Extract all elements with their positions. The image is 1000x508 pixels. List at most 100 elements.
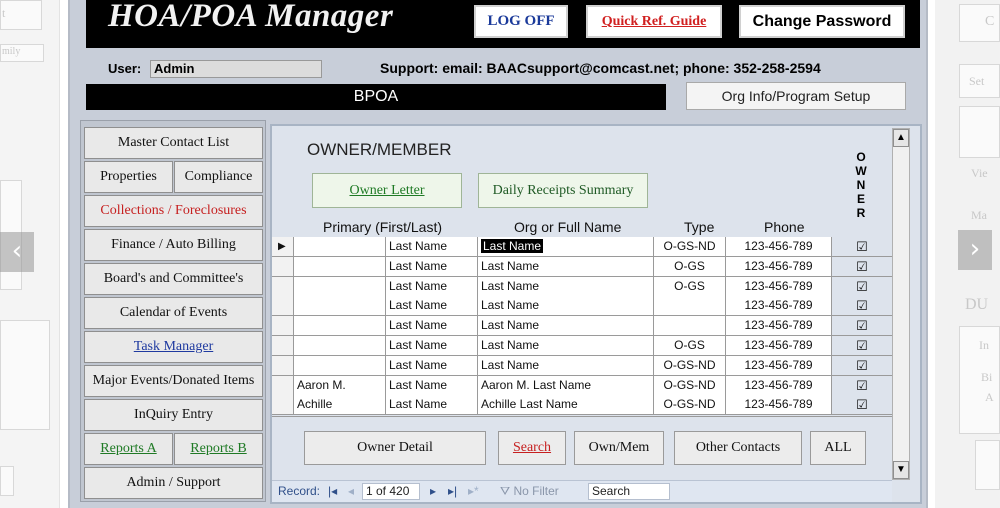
previous-record-icon[interactable]: ◂ — [348, 484, 354, 498]
master-contact-list-button[interactable]: Master Contact List — [84, 127, 263, 159]
last-name-cell[interactable]: Last Name — [386, 296, 478, 317]
type-cell[interactable]: O-GS — [654, 336, 726, 356]
row-selector[interactable] — [272, 256, 294, 277]
row-selector[interactable] — [272, 316, 294, 337]
row-selector[interactable] — [272, 395, 294, 416]
type-cell[interactable]: O-GS-ND — [654, 355, 726, 376]
collections-button[interactable]: Collections / Foreclosures — [84, 195, 263, 227]
all-button[interactable]: ALL — [810, 431, 866, 465]
first-name-cell[interactable]: Achille — [294, 395, 386, 416]
no-filter-indicator[interactable]: ⛛ No Filter — [500, 484, 559, 499]
owner-checkbox[interactable]: ☑ — [832, 336, 892, 356]
next-record-icon[interactable]: ▸ — [430, 484, 436, 498]
owner-checkbox[interactable]: ☑ — [832, 395, 892, 416]
owner-checkbox[interactable]: ☑ — [832, 375, 892, 396]
new-record-icon[interactable]: ▸* — [468, 484, 479, 498]
type-cell[interactable] — [654, 316, 726, 337]
org-name-cell[interactable]: Last Name — [478, 336, 654, 356]
row-selector[interactable] — [272, 355, 294, 376]
phone-cell[interactable]: 123-456-789 — [726, 316, 832, 337]
vertical-scrollbar[interactable]: ▲ ▼ — [892, 128, 910, 480]
type-cell[interactable]: O-GS-ND — [654, 375, 726, 396]
row-selector[interactable] — [272, 296, 294, 317]
properties-button[interactable]: Properties — [84, 161, 173, 193]
owner-checkbox[interactable]: ☑ — [832, 256, 892, 277]
org-name-cell[interactable]: Last Name — [478, 296, 654, 317]
other-contacts-button[interactable]: Other Contacts — [674, 431, 802, 465]
own-mem-button[interactable]: Own/Mem — [574, 431, 664, 465]
org-name-cell[interactable]: Last Name — [478, 256, 654, 277]
table-row[interactable]: Last Name Last Name O-GS 123-456-789 ☑ — [272, 336, 892, 356]
first-name-cell[interactable] — [294, 296, 386, 317]
first-name-cell[interactable] — [294, 237, 386, 257]
org-name-cell[interactable]: Achille Last Name — [478, 395, 654, 416]
compliance-button[interactable]: Compliance — [174, 161, 263, 193]
first-name-cell[interactable] — [294, 256, 386, 277]
scroll-up-icon[interactable]: ▲ — [893, 129, 909, 147]
table-row[interactable]: Achille Last Name Achille Last Name O-GS-ND… — [272, 395, 892, 416]
table-row[interactable]: Last Name Last Name O-GS 123-456-789 ☑ — [272, 256, 892, 277]
user-field[interactable]: Admin — [150, 60, 322, 78]
inquiry-entry-button[interactable]: InQuiry Entry — [84, 399, 263, 431]
daily-receipts-button[interactable]: Daily Receipts Summary — [478, 173, 648, 208]
type-cell[interactable]: O-GS — [654, 256, 726, 277]
org-name-cell[interactable]: Aaron M. Last Name — [478, 375, 654, 396]
quick-ref-guide-button[interactable]: Quick Ref. Guide — [586, 5, 722, 38]
calendar-button[interactable]: Calendar of Events — [84, 297, 263, 329]
phone-cell[interactable]: 123-456-789 — [726, 256, 832, 277]
first-name-cell[interactable]: Aaron M. — [294, 375, 386, 396]
owner-checkbox[interactable]: ☑ — [832, 355, 892, 376]
owner-checkbox[interactable]: ☑ — [832, 296, 892, 317]
table-row[interactable]: Last Name Last Name 123-456-789 ☑ — [272, 296, 892, 317]
last-name-cell[interactable]: Last Name — [386, 395, 478, 416]
logoff-button[interactable]: LOG OFF — [474, 5, 568, 38]
last-name-cell[interactable]: Last Name — [386, 336, 478, 356]
phone-cell[interactable]: 123-456-789 — [726, 336, 832, 356]
org-name-cell[interactable]: Last Name — [478, 316, 654, 337]
search-input[interactable]: Search — [588, 483, 670, 500]
org-setup-button[interactable]: Org Info/Program Setup — [686, 82, 906, 110]
first-record-icon[interactable]: |◂ — [328, 484, 337, 498]
record-position-field[interactable]: 1 of 420 — [362, 483, 420, 500]
first-name-cell[interactable] — [294, 355, 386, 376]
owner-letter-button[interactable]: Owner Letter — [312, 173, 462, 208]
org-name-cell[interactable]: Last Name — [478, 355, 654, 376]
phone-cell[interactable]: 123-456-789 — [726, 375, 832, 396]
phone-cell[interactable]: 123-456-789 — [726, 237, 832, 257]
next-arrow-icon[interactable]: › — [958, 230, 992, 270]
major-events-button[interactable]: Major Events/Donated Items — [84, 365, 263, 397]
last-name-cell[interactable]: Last Name — [386, 256, 478, 277]
admin-support-button[interactable]: Admin / Support — [84, 467, 263, 499]
phone-cell[interactable]: 123-456-789 — [726, 395, 832, 416]
first-name-cell[interactable] — [294, 316, 386, 337]
first-name-cell[interactable] — [294, 276, 386, 297]
row-selector[interactable] — [272, 276, 294, 297]
owner-detail-button[interactable]: Owner Detail — [304, 431, 486, 465]
last-name-cell[interactable]: Last Name — [386, 355, 478, 376]
table-row[interactable]: ▶ Last Name Last Name O-GS-ND 123-456-789 ☑ — [272, 237, 892, 257]
type-cell[interactable]: O-GS — [654, 276, 726, 297]
table-row[interactable]: Last Name Last Name O-GS 123-456-789 ☑ — [272, 276, 892, 297]
type-cell[interactable] — [654, 296, 726, 317]
last-record-icon[interactable]: ▸| — [448, 484, 457, 498]
finance-button[interactable]: Finance / Auto Billing — [84, 229, 263, 261]
phone-cell[interactable]: 123-456-789 — [726, 276, 832, 297]
row-selector[interactable] — [272, 375, 294, 396]
previous-arrow-icon[interactable]: ‹ — [0, 232, 34, 272]
owner-checkbox[interactable]: ☑ — [832, 316, 892, 337]
owner-checkbox[interactable]: ☑ — [832, 276, 892, 297]
phone-cell[interactable]: 123-456-789 — [726, 355, 832, 376]
reports-a-button[interactable]: Reports A — [84, 433, 173, 465]
change-password-button[interactable]: Change Password — [739, 5, 905, 38]
last-name-cell[interactable]: Last Name — [386, 237, 478, 257]
first-name-cell[interactable] — [294, 336, 386, 356]
task-manager-button[interactable]: Task Manager — [84, 331, 263, 363]
table-row[interactable]: Aaron M. Last Name Aaron M. Last Name O-GS-… — [272, 375, 892, 396]
type-cell[interactable]: O-GS-ND — [654, 237, 726, 257]
row-selector[interactable]: ▶ — [272, 237, 294, 257]
phone-cell[interactable]: 123-456-789 — [726, 296, 832, 317]
last-name-cell[interactable]: Last Name — [386, 316, 478, 337]
last-name-cell[interactable]: Last Name — [386, 375, 478, 396]
scroll-down-icon[interactable]: ▼ — [893, 461, 909, 479]
boards-committees-button[interactable]: Board's and Committee's — [84, 263, 263, 295]
